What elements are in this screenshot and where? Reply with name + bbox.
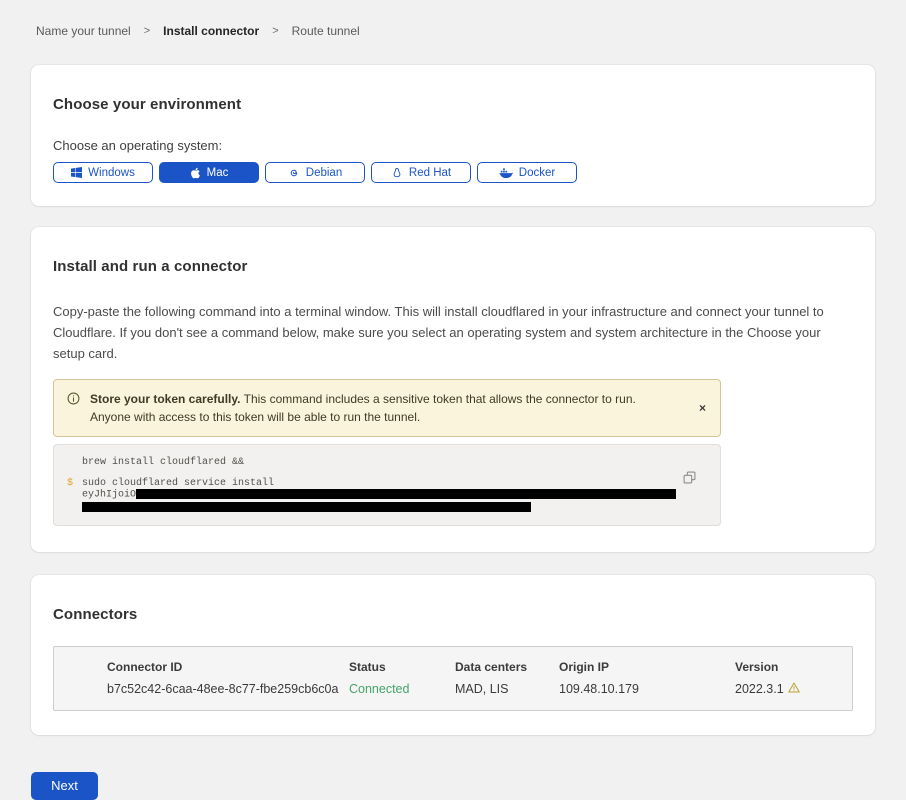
redacted-token-bar [82, 502, 531, 512]
os-button-redhat[interactable]: Red Hat [371, 162, 471, 183]
breadcrumb-step-route-tunnel[interactable]: Route tunnel [292, 24, 360, 38]
os-button-docker[interactable]: Docker [477, 162, 577, 183]
connector-origin-ip-value: 109.48.10.179 [559, 682, 735, 696]
connectors-table-header: Connector ID Status Data centers Origin … [107, 660, 852, 674]
connectors-title: Connectors [53, 606, 853, 623]
breadcrumb-separator: > [272, 25, 278, 37]
environment-card-title: Choose your environment [53, 96, 853, 113]
install-connector-title: Install and run a connector [53, 258, 853, 275]
breadcrumb-separator: > [144, 25, 150, 37]
column-header-connector-id: Connector ID [107, 660, 349, 674]
info-circle-icon [67, 392, 80, 410]
close-icon[interactable]: × [695, 398, 710, 418]
column-header-version: Version [735, 660, 852, 674]
connector-version-value: 2022.3.1 [735, 682, 784, 696]
version-warning-icon [788, 682, 800, 696]
token-warning-banner: Store your token carefully. This command… [53, 379, 721, 437]
column-header-data-centers: Data centers [455, 660, 559, 674]
redhat-logo-icon [391, 167, 403, 179]
connector-data-centers-value: MAD, LIS [455, 682, 559, 696]
install-connector-card: Install and run a connector Copy-paste t… [31, 227, 875, 552]
redacted-token-bar [136, 489, 676, 499]
page: Name your tunnel > Install connector > R… [0, 0, 906, 800]
token-prefix: eyJhIjoiO [82, 490, 136, 501]
os-button-group: Windows Mac Debian Red Hat [53, 162, 853, 183]
os-button-windows[interactable]: Windows [53, 162, 153, 183]
os-button-label: Debian [306, 167, 342, 179]
code-line-sudo: sudo cloudflared service install [82, 478, 274, 489]
apple-logo-icon [190, 167, 201, 179]
breadcrumb: Name your tunnel > Install connector > R… [36, 24, 875, 38]
code-gutter [67, 457, 82, 468]
windows-logo-icon [71, 167, 82, 178]
os-button-label: Red Hat [409, 167, 451, 179]
connector-id-value: b7c52c42-6caa-48ee-8c77-fbe259cb6c0a [107, 682, 349, 696]
breadcrumb-step-install-connector[interactable]: Install connector [163, 24, 259, 38]
connector-status-badge: Connected [349, 682, 455, 696]
connector-table-row: b7c52c42-6caa-48ee-8c77-fbe259cb6c0a Con… [107, 682, 852, 696]
token-warning-title: Store your token carefully. [90, 392, 241, 406]
column-header-status: Status [349, 660, 455, 674]
code-line-brew: brew install cloudflared && [82, 457, 244, 468]
copy-icon[interactable] [683, 471, 696, 484]
connectors-card: Connectors Connector ID Status Data cent… [31, 575, 875, 735]
shell-prompt: $ [67, 478, 82, 512]
os-button-label: Mac [207, 167, 229, 179]
docker-logo-icon [499, 167, 513, 178]
breadcrumb-step-name-your-tunnel[interactable]: Name your tunnel [36, 24, 131, 38]
os-button-label: Windows [88, 167, 135, 179]
connectors-table: Connector ID Status Data centers Origin … [53, 646, 853, 711]
os-button-label: Docker [519, 167, 555, 179]
install-command-code-block: brew install cloudflared && $ sudo cloud… [53, 444, 721, 526]
code-command: sudo cloudflared service install eyJhIjo… [82, 478, 676, 512]
column-header-origin-ip: Origin IP [559, 660, 735, 674]
next-button[interactable]: Next [31, 772, 98, 800]
install-connector-description: Copy-paste the following command into a … [53, 301, 853, 364]
debian-logo-icon [288, 167, 300, 179]
os-button-debian[interactable]: Debian [265, 162, 365, 183]
environment-card: Choose your environment Choose an operat… [31, 65, 875, 206]
os-select-label: Choose an operating system: [53, 138, 853, 153]
os-button-mac[interactable]: Mac [159, 162, 259, 183]
